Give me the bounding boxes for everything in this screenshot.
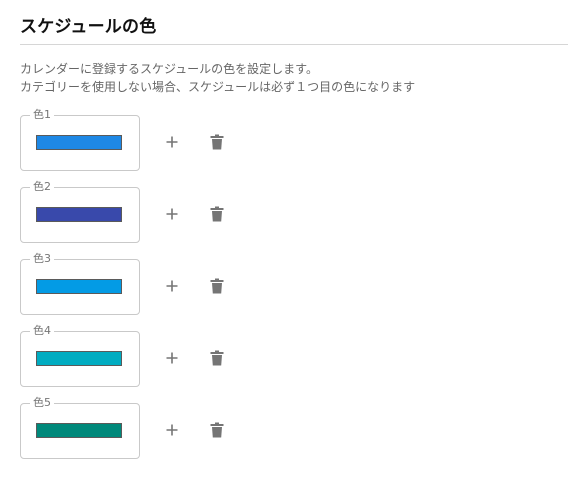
add-color-button-4[interactable] — [162, 348, 182, 368]
color-swatch-4[interactable] — [36, 351, 122, 366]
color-row-4: 色4 — [20, 324, 250, 387]
plus-icon — [166, 280, 178, 292]
delete-color-button-3[interactable] — [207, 276, 227, 296]
delete-color-button-4[interactable] — [207, 348, 227, 368]
color-row-2: 色2 — [20, 180, 250, 243]
color-picker-field-1[interactable]: 色1 — [20, 108, 140, 171]
color-swatch-5[interactable] — [36, 423, 122, 438]
description-line-2: カテゴリーを使用しない場合、スケジュールは必ず１つ目の色になります — [20, 80, 416, 94]
color-picker-field-5[interactable]: 色5 — [20, 396, 140, 459]
trash-icon — [210, 134, 224, 150]
color-label-5: 色5 — [30, 396, 54, 410]
delete-color-button-2[interactable] — [207, 204, 227, 224]
plus-icon — [166, 424, 178, 436]
trash-icon — [210, 350, 224, 366]
color-picker-field-3[interactable]: 色3 — [20, 252, 140, 315]
delete-color-button-5[interactable] — [207, 420, 227, 440]
color-picker-field-2[interactable]: 色2 — [20, 180, 140, 243]
section-title: スケジュールの色 — [20, 17, 157, 37]
color-picker-field-4[interactable]: 色4 — [20, 324, 140, 387]
color-swatch-2[interactable] — [36, 207, 122, 222]
delete-color-button-1[interactable] — [207, 132, 227, 152]
color-swatch-1[interactable] — [36, 135, 122, 150]
add-color-button-1[interactable] — [162, 132, 182, 152]
title-divider — [20, 44, 568, 45]
trash-icon — [210, 206, 224, 222]
plus-icon — [166, 136, 178, 148]
color-label-4: 色4 — [30, 324, 54, 338]
add-color-button-5[interactable] — [162, 420, 182, 440]
trash-icon — [210, 422, 224, 438]
plus-icon — [166, 208, 178, 220]
add-color-button-2[interactable] — [162, 204, 182, 224]
color-label-1: 色1 — [30, 108, 54, 122]
description-line-1: カレンダーに登録するスケジュールの色を設定します。 — [20, 62, 318, 76]
color-swatch-3[interactable] — [36, 279, 122, 294]
color-label-3: 色3 — [30, 252, 54, 266]
color-row-1: 色1 — [20, 108, 250, 171]
color-row-3: 色3 — [20, 252, 250, 315]
section-description: カレンダーに登録するスケジュールの色を設定します。 カテゴリーを使用しない場合、… — [20, 60, 415, 96]
trash-icon — [210, 278, 224, 294]
color-row-5: 色5 — [20, 396, 250, 459]
color-label-2: 色2 — [30, 180, 54, 194]
add-color-button-3[interactable] — [162, 276, 182, 296]
plus-icon — [166, 352, 178, 364]
